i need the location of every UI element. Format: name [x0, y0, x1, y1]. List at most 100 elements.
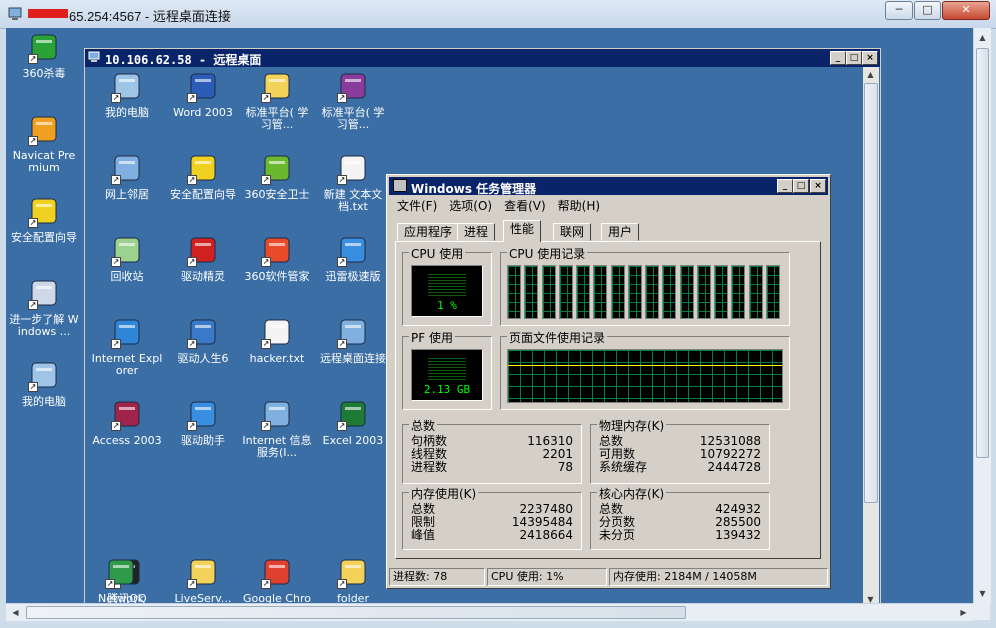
remote-session-area[interactable]: ↗ 360杀毒 ↗ Navicat Premium ↗ 安全配置向导 ↗ 进一步了解 Wind…	[6, 28, 973, 603]
desktop-icon[interactable]: ↗ Internet 信息服务(I...	[241, 399, 313, 459]
shortcut-arrow-icon: ↗	[337, 175, 347, 185]
task-manager-title-bar[interactable]: Windows 任务管理器 _ □ ×	[389, 177, 828, 196]
cpu-core-graph	[679, 265, 694, 319]
desktop-icon[interactable]: ↗ Network	[85, 557, 157, 603]
nested-scroll-thumb[interactable]	[864, 83, 878, 503]
desktop-icon[interactable]: ↗ 标准平台( 学习管...	[241, 71, 313, 131]
outer-horizontal-scrollbar[interactable]: ◀ ▶	[6, 603, 973, 621]
excel-icon: ↗	[337, 399, 369, 431]
outer-title-bar[interactable]: 65.254:4567 - 远程桌面连接 ─ □ ✕	[0, 0, 996, 29]
desktop-icon[interactable]: ↗ 新建 文本文档.txt	[317, 153, 389, 213]
desktop-icon[interactable]: ↗ Navicat Premium	[8, 114, 80, 174]
shortcut-arrow-icon: ↗	[28, 218, 38, 228]
stat-value: 2418664	[519, 528, 573, 542]
desktop-icon-label: 远程桌面连接	[320, 352, 386, 365]
menu-options[interactable]: 选项(O)	[443, 196, 498, 215]
desktop-icon[interactable]: ↗ Access 2003	[91, 399, 163, 447]
scroll-up-icon[interactable]: ▲	[863, 67, 878, 82]
outer-hscroll-thumb[interactable]	[26, 606, 686, 619]
minimize-button[interactable]: ─	[885, 1, 913, 20]
outer-vertical-scrollbar[interactable]: ▲ ▼	[973, 28, 991, 603]
computer-icon: ↗	[111, 71, 143, 103]
tab-applications[interactable]: 应用程序	[397, 223, 460, 241]
menu-help[interactable]: 帮助(H)	[552, 196, 606, 215]
desktop-icon-label: 标准平台( 学习管...	[245, 106, 309, 131]
desktop-icon[interactable]: ↗ 安全配置向导	[8, 196, 80, 244]
desktop-icon[interactable]: ↗ 驱动精灵	[167, 235, 239, 283]
desktop-icon[interactable]: ↗ 网上邻居	[91, 153, 163, 201]
remote-desktop-icon	[88, 51, 100, 62]
scroll-down-icon[interactable]: ▼	[863, 592, 878, 603]
maximize-button[interactable]: □	[914, 1, 941, 20]
shortcut-arrow-icon: ↗	[111, 175, 121, 185]
tm-minimize-button[interactable]: _	[777, 179, 793, 193]
tm-maximize-button[interactable]: □	[793, 179, 809, 193]
tab-processes[interactable]: 进程	[457, 223, 496, 241]
outer-scroll-left-icon[interactable]: ◀	[8, 605, 23, 620]
performance-panel: CPU 使用 1 % CPU 使用记录 PF 使用 2.13 GB 页面文件使用…	[395, 241, 821, 559]
shortcut-arrow-icon: ↗	[261, 339, 271, 349]
nested-vertical-scrollbar[interactable]: ▲ ▼	[863, 67, 879, 603]
menu-file[interactable]: 文件(F)	[391, 196, 443, 215]
stat-row: 峰值 2418664	[411, 529, 573, 542]
tm-close-button[interactable]: ×	[810, 179, 826, 193]
navicat-icon: ↗	[28, 114, 60, 146]
stat-key: 未分页	[599, 528, 636, 542]
desktop-icon[interactable]: ↗ folder	[317, 557, 389, 603]
pf-meter-bars	[428, 358, 466, 380]
shortcut-arrow-icon: ↗	[261, 257, 271, 267]
nested-close-button[interactable]: ×	[862, 51, 878, 65]
desktop-icon[interactable]: ↗ Word 2003	[167, 71, 239, 119]
stat-row: 进程数 78	[411, 461, 573, 474]
outer-scroll-down-icon[interactable]: ▼	[975, 586, 990, 601]
desktop-icon[interactable]: ↗ 安全配置向导	[167, 153, 239, 201]
tab-users[interactable]: 用户	[601, 223, 640, 241]
outer-scroll-right-icon[interactable]: ▶	[956, 605, 971, 620]
desktop-icon[interactable]: ↗ LiveServ...	[167, 557, 239, 603]
desktop-icon-label: folder	[337, 592, 369, 604]
desktop-icon[interactable]: ↗ 驱动人生6	[167, 317, 239, 365]
desktop-icon[interactable]: ↗ 回收站	[91, 235, 163, 283]
outer-vscroll-thumb[interactable]	[976, 48, 989, 458]
desktop-icon[interactable]: ↗ 驱动助手	[167, 399, 239, 447]
nested-title-bar[interactable]: 10.106.62.58 - 远程桌面 _ □ ×	[85, 49, 880, 67]
desktop-icon-label: Excel 2003	[322, 434, 384, 447]
cpu-core-graph	[507, 265, 521, 319]
desktop-icon[interactable]: ↗ 标准平台( 学习管...	[317, 71, 389, 131]
shortcut-arrow-icon: ↗	[187, 339, 197, 349]
close-button[interactable]: ✕	[942, 1, 990, 20]
desktop-icon-label: 安全配置向导	[11, 231, 77, 244]
desktop-icon-label: Internet 信息服务(I...	[242, 434, 312, 459]
chrome-icon: ↗	[261, 557, 293, 589]
cpu-core-graph	[645, 265, 659, 319]
desktop-icon[interactable]: ↗ 我的电脑	[8, 360, 80, 408]
desktop-icon[interactable]: ↗ Google Chrome	[241, 557, 313, 603]
desktop-icon[interactable]: ↗ Excel 2003	[317, 399, 389, 447]
physical-memory-group: 物理内存(K) 总数 12531088 可用数 10792272 系统缓存 2444728	[590, 417, 770, 484]
desktop-icon[interactable]: ↗ 远程桌面连接	[317, 317, 389, 365]
desktop-icon-label: Access 2003	[92, 434, 162, 447]
outer-scroll-up-icon[interactable]: ▲	[975, 30, 990, 45]
tab-performance[interactable]: 性能	[503, 220, 542, 242]
folder-icon: ↗	[337, 557, 369, 589]
desktop-icon[interactable]: ↗ 360软件管家	[241, 235, 313, 283]
nested-minimize-button[interactable]: _	[830, 51, 846, 65]
desktop-icon[interactable]: ↗ 我的电脑	[91, 71, 163, 119]
desktop-icon[interactable]: ↗ 360安全卫士	[241, 153, 313, 201]
desktop-icon[interactable]: ↗ 迅雷极速版	[317, 235, 389, 283]
desktop-icon[interactable]: ↗ Internet Explorer	[91, 317, 163, 377]
menu-view[interactable]: 查看(V)	[498, 196, 552, 215]
recycle-bin-icon: ↗	[111, 235, 143, 267]
software-manager-icon: ↗	[261, 235, 293, 267]
redacted-host	[28, 9, 68, 18]
scrollbar-corner	[973, 603, 990, 620]
nested-maximize-button[interactable]: □	[846, 51, 862, 65]
desktop-icon[interactable]: ↗ 360杀毒	[8, 32, 80, 80]
desktop-icon-label: LiveServ...	[174, 592, 232, 604]
desktop-icon[interactable]: ↗ hacker.txt	[241, 317, 313, 365]
desktop-icon-label: 进一步了解 Windows ...	[9, 313, 79, 338]
tab-networking[interactable]: 联网	[553, 223, 592, 241]
desktop-icon-label: Network	[98, 592, 144, 604]
stat-value: 2444728	[707, 460, 761, 474]
desktop-icon[interactable]: ↗ 进一步了解 Windows ...	[8, 278, 80, 338]
